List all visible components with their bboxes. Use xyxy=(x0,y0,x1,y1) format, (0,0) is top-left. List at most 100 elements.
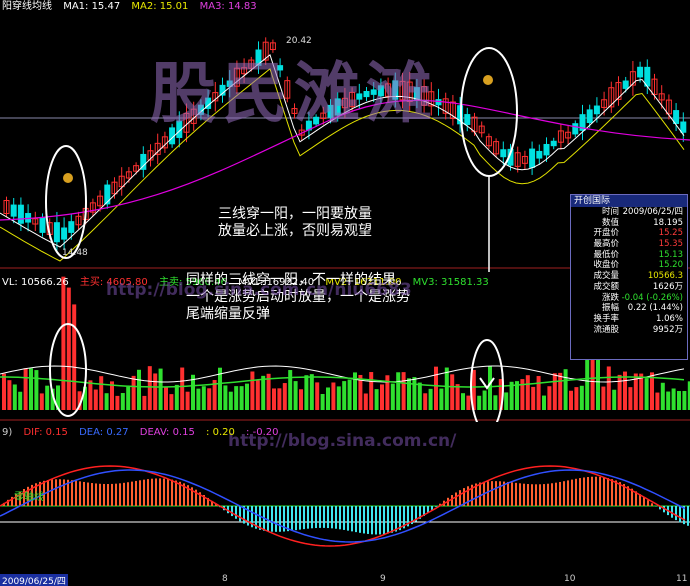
info-label: 成交额 xyxy=(593,281,619,292)
info-value: 15.35 xyxy=(658,239,683,250)
volume-bar xyxy=(434,366,438,410)
volume-bar xyxy=(147,366,152,410)
quote-info-window[interactable]: 开创国际 时间 2009/06/25/四 数值 18.195 开盘价 15.25 最高价 15… xyxy=(570,194,688,360)
volume-bar xyxy=(196,388,201,410)
watermark-url-2: http://blog.sina.com.cn/niu6683 xyxy=(106,280,412,300)
candle-body xyxy=(39,217,46,233)
info-value: 1626万 xyxy=(652,281,683,292)
volume-bar xyxy=(596,355,600,410)
volume-bar xyxy=(639,373,644,410)
info-value: 10566.3 xyxy=(647,271,683,282)
volume-bar xyxy=(272,388,276,410)
volume-bar xyxy=(423,393,428,410)
volume-bar xyxy=(245,383,249,410)
volume-bar xyxy=(552,373,557,410)
volume-bar xyxy=(320,393,325,410)
info-row: 振幅 0.22 (1.44%) xyxy=(571,303,687,314)
volume-bar xyxy=(601,386,606,410)
info-window-title[interactable]: 开创国际 xyxy=(571,195,687,207)
candle-body xyxy=(53,222,60,243)
info-row: 收盘价 15.20 xyxy=(571,260,687,271)
volume-bar xyxy=(547,386,552,410)
volume-bar xyxy=(153,373,158,410)
volume-bar xyxy=(660,382,665,410)
ma2-value: MA2: 15.01 xyxy=(131,1,189,12)
info-label: 数值 xyxy=(601,217,619,228)
candle-body xyxy=(622,80,629,89)
volume-bar xyxy=(677,391,681,410)
volume-bar xyxy=(574,387,579,410)
info-label: 流通股 xyxy=(593,324,619,335)
volume-bar xyxy=(45,385,50,410)
volume-bar xyxy=(185,391,190,410)
volume-bar xyxy=(23,368,28,410)
volume-bar xyxy=(93,389,98,410)
macd-prefix: 9) xyxy=(2,427,13,438)
price-annotation: 三线穿一阳，一阳要放量 放量必上涨，否则易观望 xyxy=(218,206,372,240)
candle-body xyxy=(637,66,644,78)
volume-bar xyxy=(66,287,71,410)
volume-bar xyxy=(450,374,455,410)
date-tick: 8 xyxy=(222,574,228,584)
macd-chart[interactable] xyxy=(0,424,690,574)
volume-bar xyxy=(563,369,568,410)
info-value: 0.22 (1.44%) xyxy=(627,303,683,314)
date-cursor-label: 2009/06/25/四 xyxy=(0,574,68,586)
volume-bar xyxy=(72,304,77,410)
money-bag-icon xyxy=(63,173,73,183)
volume-bar xyxy=(606,366,611,410)
volume-bar xyxy=(342,381,347,410)
volume-bar xyxy=(326,387,330,410)
date-axis: 2009/06/25/四 8 9 10 11 xyxy=(0,574,690,586)
volume-bar xyxy=(612,389,617,410)
candle-body xyxy=(61,227,68,240)
volume-bar xyxy=(126,386,131,410)
volume-bar xyxy=(504,392,509,410)
volume-bar xyxy=(304,375,309,410)
lower-band-value: : -0.20 xyxy=(246,427,279,438)
volume-bar xyxy=(277,388,282,410)
candle-body xyxy=(644,66,651,87)
candle-body xyxy=(593,105,600,115)
volume-bar xyxy=(482,390,487,410)
info-label: 最高价 xyxy=(593,239,619,250)
volume-bar xyxy=(390,383,395,410)
volume-bar xyxy=(158,368,163,410)
volume-bar xyxy=(174,384,179,410)
info-row: 流通股 9952万 xyxy=(571,325,687,336)
macd-header: 9) DIF: 0.15 DEA: 0.27 DEAV: 0.15 : 0.20… xyxy=(2,426,286,440)
volume-bar xyxy=(137,369,141,410)
volume-bar xyxy=(115,395,120,410)
volume-bar xyxy=(439,388,444,410)
volume-bar xyxy=(255,380,260,410)
info-label: 收盘价 xyxy=(593,260,619,271)
volume-bar xyxy=(558,372,563,410)
stock-chart-window: 阳穿线均线 MA1: 15.47 MA2: 15.01 MA3: 14.83 2… xyxy=(0,0,690,586)
volume-bar xyxy=(428,388,433,410)
dea-value: DEA: 0.27 xyxy=(79,427,129,438)
volume-bar xyxy=(671,388,676,410)
volume-bar xyxy=(234,386,239,410)
volume-bar xyxy=(542,395,546,410)
volume-bar xyxy=(223,385,228,410)
volume-bar xyxy=(525,375,530,410)
volume-bar xyxy=(461,393,465,410)
macd-panel[interactable]: 9) DIF: 0.15 DEA: 0.27 DEAV: 0.15 : 0.20… xyxy=(0,424,690,574)
volume-bar xyxy=(88,380,93,410)
watermark-title: 股民滩滩 xyxy=(150,54,438,132)
volume-bar xyxy=(61,276,66,410)
annotation-line: 三线穿一阳，一阳要放量 xyxy=(218,206,372,222)
info-row: 最高价 15.35 xyxy=(571,239,687,250)
candle-body xyxy=(673,110,680,124)
volume-bar xyxy=(12,384,17,410)
volume-bar xyxy=(309,374,314,410)
candle-body xyxy=(68,221,75,233)
info-row: 时间 2009/06/25/四 xyxy=(571,207,687,218)
volume-bar xyxy=(363,393,368,410)
date-tick: 10 xyxy=(564,574,576,584)
info-value: 1.06% xyxy=(655,313,683,324)
volume-bar xyxy=(579,385,584,410)
annotation-line: 放量必上涨，否则易观望 xyxy=(218,223,372,239)
volume-bar xyxy=(18,391,23,410)
info-label: 最低价 xyxy=(593,249,619,260)
